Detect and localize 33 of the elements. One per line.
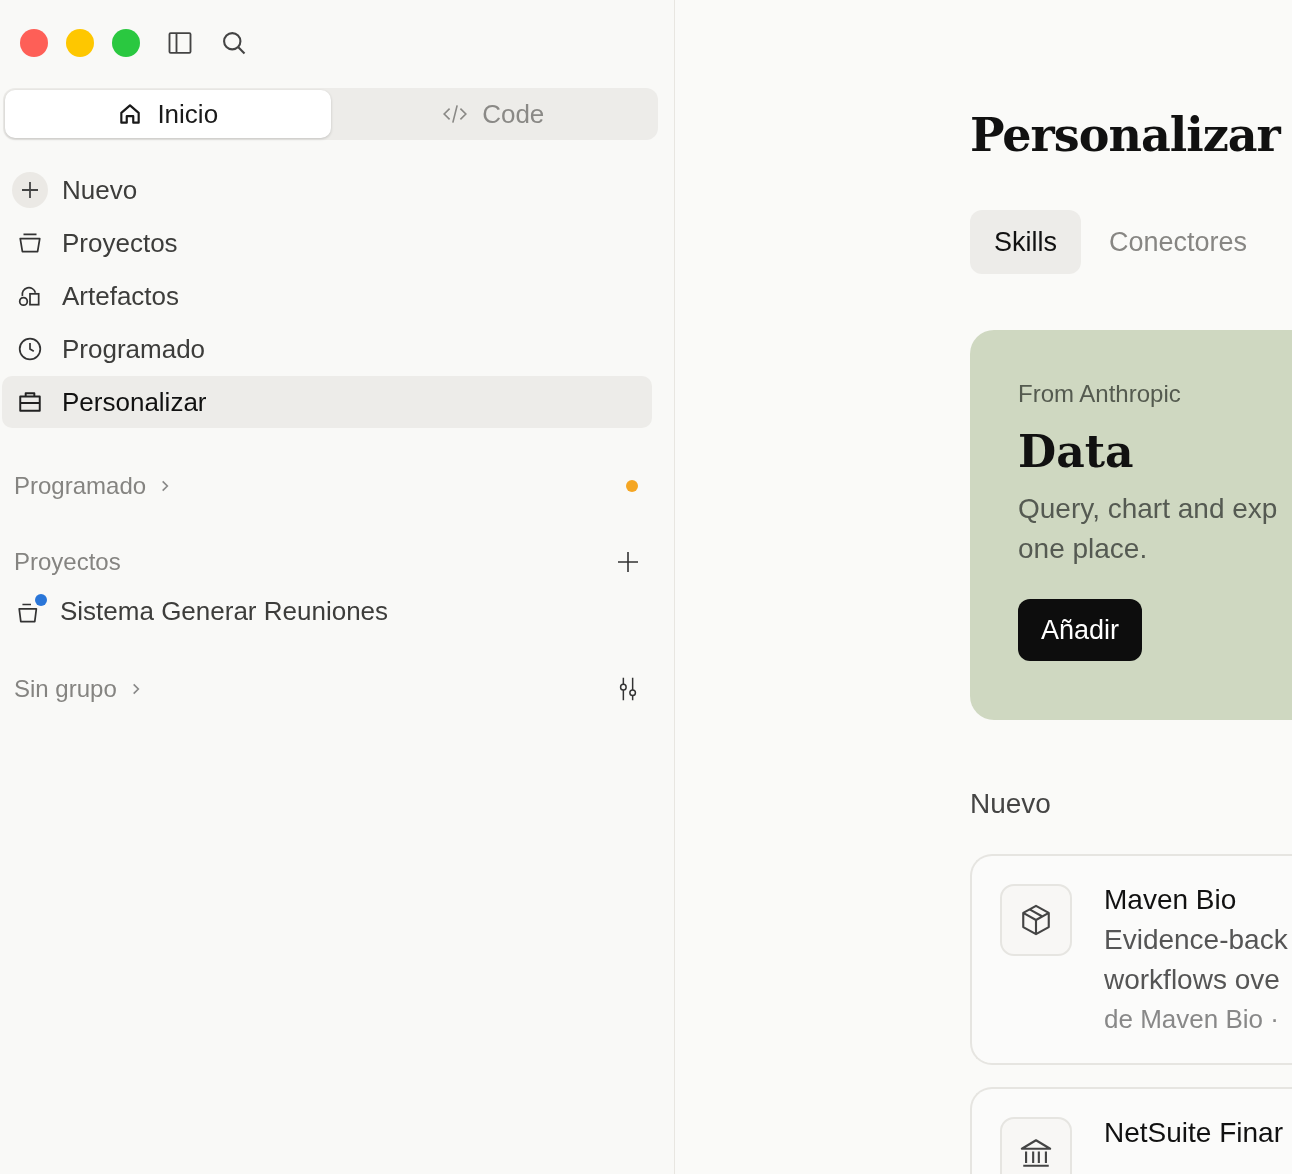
nav-item[interactable]: Proyectos	[2, 217, 652, 269]
source-label: From Anthropic	[1018, 380, 1182, 408]
mode-tab[interactable]: Inicio	[5, 90, 331, 138]
card-title: Maven Bio	[1104, 884, 1238, 916]
nav-item[interactable]: Personalizar	[2, 376, 652, 428]
section-header[interactable]: Programado	[14, 472, 173, 500]
section-heading: Nuevo	[970, 788, 1052, 820]
add-button[interactable]: Añadir	[1018, 599, 1143, 661]
card-author: de Maven Bio ·	[1104, 1004, 1280, 1035]
card-description: Evidence-back workflows ove	[1104, 923, 1288, 997]
tray-icon	[17, 230, 43, 256]
page-title: Personalizar	[970, 108, 1283, 162]
add-icon[interactable]	[616, 549, 640, 575]
nav-item[interactable]: Programado	[2, 323, 652, 375]
skill-description: Query, chart and exp one place.	[1018, 492, 1279, 566]
nav-item[interactable]: Nuevo	[2, 164, 652, 216]
clock-icon	[17, 336, 43, 362]
box-icon	[1019, 903, 1053, 937]
skill-card[interactable]: Maven Bio Evidence-back workflows ove de Maven Bio ·	[970, 854, 1292, 1065]
section-header[interactable]: Proyectos	[14, 548, 121, 576]
card-title: NetSuite Finar	[1104, 1117, 1283, 1149]
skill-name: Data	[1018, 426, 1135, 477]
close-window-button[interactable]	[20, 29, 48, 57]
sidebar-toggle-icon[interactable]	[166, 29, 194, 57]
search-icon[interactable]	[220, 29, 248, 57]
section-header[interactable]: Sin grupo	[14, 675, 143, 703]
skill-card[interactable]: NetSuite Finar	[970, 1087, 1292, 1174]
bank-icon	[1019, 1136, 1053, 1170]
project-item[interactable]: Sistema Generar Reuniones	[0, 596, 674, 627]
nav-item[interactable]: Artefactos	[2, 270, 652, 322]
briefcase-icon	[17, 389, 43, 415]
plus-icon	[12, 172, 48, 208]
tab[interactable]: Skills	[970, 210, 1081, 274]
